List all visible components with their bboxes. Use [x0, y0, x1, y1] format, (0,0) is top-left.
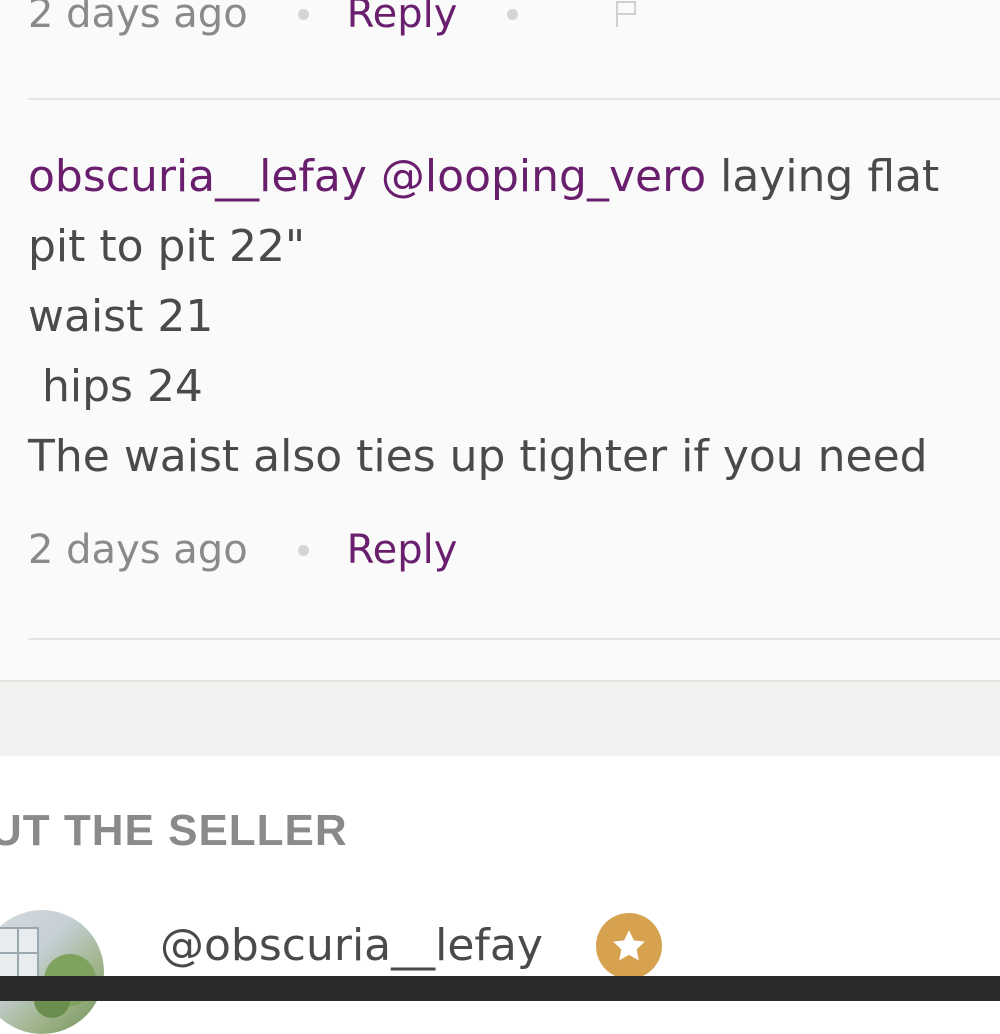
previous-comment-timestamp: 2 days ago	[28, 0, 248, 37]
comment-text-line: The waist also ties up tighter if you ne…	[28, 431, 928, 482]
seller-handle[interactable]: @obscuria__lefay	[160, 920, 543, 971]
comment-first-line: obscuria__lefay @looping_vero laying fla…	[28, 142, 988, 212]
comment-text: laying flat	[706, 151, 940, 202]
star-icon	[596, 913, 662, 979]
separator-dot	[297, 8, 309, 20]
section-separator	[0, 680, 1000, 756]
comment-reply-button[interactable]: Reply	[347, 527, 458, 573]
previous-comment-meta: 2 days ago Reply	[28, 0, 638, 44]
avatar-image	[0, 927, 96, 1018]
system-nav-bar	[0, 976, 1000, 1001]
comment-username[interactable]: obscuria__lefay	[28, 151, 367, 202]
comment: obscuria__lefay @looping_vero laying fla…	[28, 142, 988, 492]
comment-timestamp: 2 days ago	[28, 527, 248, 573]
about-seller-title: UT THE SELLER	[0, 806, 348, 855]
comment-divider	[28, 638, 1000, 640]
comments-section: 2 days ago Reply obscuria__lefay @loopin…	[0, 0, 1000, 680]
comment-divider	[28, 98, 1000, 100]
star-glyph	[613, 930, 645, 961]
comment-meta: 2 days ago Reply	[28, 520, 457, 580]
previous-comment-reply-button[interactable]: Reply	[347, 0, 458, 37]
comment-text-line: pit to pit 22"	[28, 221, 306, 272]
comment-mention[interactable]: @looping_vero	[381, 151, 706, 202]
separator-dot	[297, 544, 309, 556]
comment-text-line: waist 21	[28, 291, 214, 342]
seller-avatar[interactable]	[0, 910, 104, 1034]
separator-dot	[507, 8, 519, 20]
comment-text-line: hips 24	[28, 361, 203, 412]
flag-icon[interactable]	[616, 1, 638, 27]
